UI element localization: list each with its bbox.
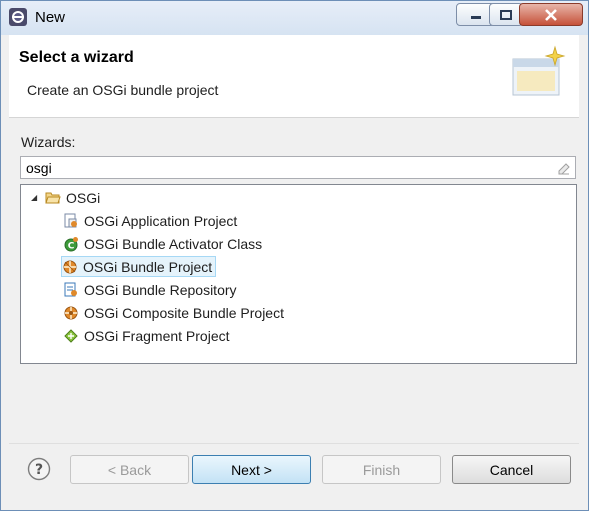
tree-folder-osgi[interactable]: OSGi [45, 187, 100, 208]
new-wizard-dialog: New Select a wizard Create an OSGi bundl… [0, 0, 589, 511]
finish-button[interactable]: Finish [322, 455, 441, 484]
osgi-composite-bundle-icon [64, 306, 78, 319]
tree-item-label: OSGi Application Project [84, 212, 238, 229]
tree-item-label: OSGi Fragment Project [84, 327, 230, 344]
help-icon[interactable]: ? [27, 457, 51, 481]
title-bar[interactable]: New [1, 1, 588, 35]
tree-folder-label: OSGi [66, 189, 101, 206]
tree-item-osgi-composite-bundle-project[interactable]: OSGi Composite Bundle Project [63, 302, 284, 323]
maximize-button[interactable] [489, 3, 523, 26]
tree-item-osgi-bundle-repository[interactable]: OSGi Bundle Repository [63, 279, 237, 300]
close-icon [545, 8, 557, 21]
tree-item-label: OSGi Composite Bundle Project [84, 304, 284, 321]
activator-class-icon: C [64, 236, 78, 251]
wizards-label: Wizards: [21, 134, 76, 150]
collapse-arrow-icon[interactable]: ◢ [31, 193, 37, 202]
tree-item-osgi-bundle-activator-class[interactable]: C OSGi Bundle Activator Class [63, 233, 262, 254]
tree-item-osgi-application-project[interactable]: OSGi Application Project [63, 210, 237, 231]
new-wizard-banner-icon [512, 45, 566, 96]
osgi-fragment-project-icon [64, 328, 78, 343]
folder-open-icon [45, 192, 61, 203]
tree-item-label: OSGi Bundle Project [83, 258, 213, 275]
wizard-filter-box [20, 156, 576, 179]
page-description: Create an OSGi bundle project [27, 82, 219, 98]
eclipse-icon [9, 8, 27, 26]
wizard-tree[interactable]: ◢ OSGi OSGi Application Project C OSGi B… [20, 184, 577, 364]
clear-filter-icon[interactable] [556, 160, 571, 175]
next-button[interactable]: Next > [192, 455, 311, 484]
osgi-application-project-icon [64, 213, 77, 227]
window-title: New [35, 9, 66, 26]
tree-item-osgi-bundle-project[interactable]: OSGi Bundle Project [61, 256, 217, 277]
minimize-icon [470, 15, 481, 19]
wizard-header: Select a wizard Create an OSGi bundle pr… [9, 35, 579, 118]
button-bar: ? < Back Next > Finish Cancel [9, 443, 579, 509]
osgi-bundle-project-icon [63, 260, 77, 273]
page-title: Select a wizard [19, 49, 134, 66]
svg-text:C: C [68, 241, 75, 251]
tree-item-osgi-fragment-project[interactable]: OSGi Fragment Project [63, 325, 230, 346]
tree-item-label: OSGi Bundle Repository [84, 281, 237, 298]
maximize-icon [500, 9, 512, 20]
wizard-filter-input[interactable] [21, 157, 546, 178]
tree-item-label: OSGi Bundle Activator Class [84, 235, 263, 252]
svg-text:?: ? [35, 462, 43, 478]
osgi-bundle-repository-icon [64, 282, 77, 296]
close-button[interactable] [519, 3, 583, 26]
back-button[interactable]: < Back [70, 455, 189, 484]
wizard-body: Wizards: ◢ OSGi [9, 118, 579, 443]
cancel-button[interactable]: Cancel [452, 455, 571, 484]
